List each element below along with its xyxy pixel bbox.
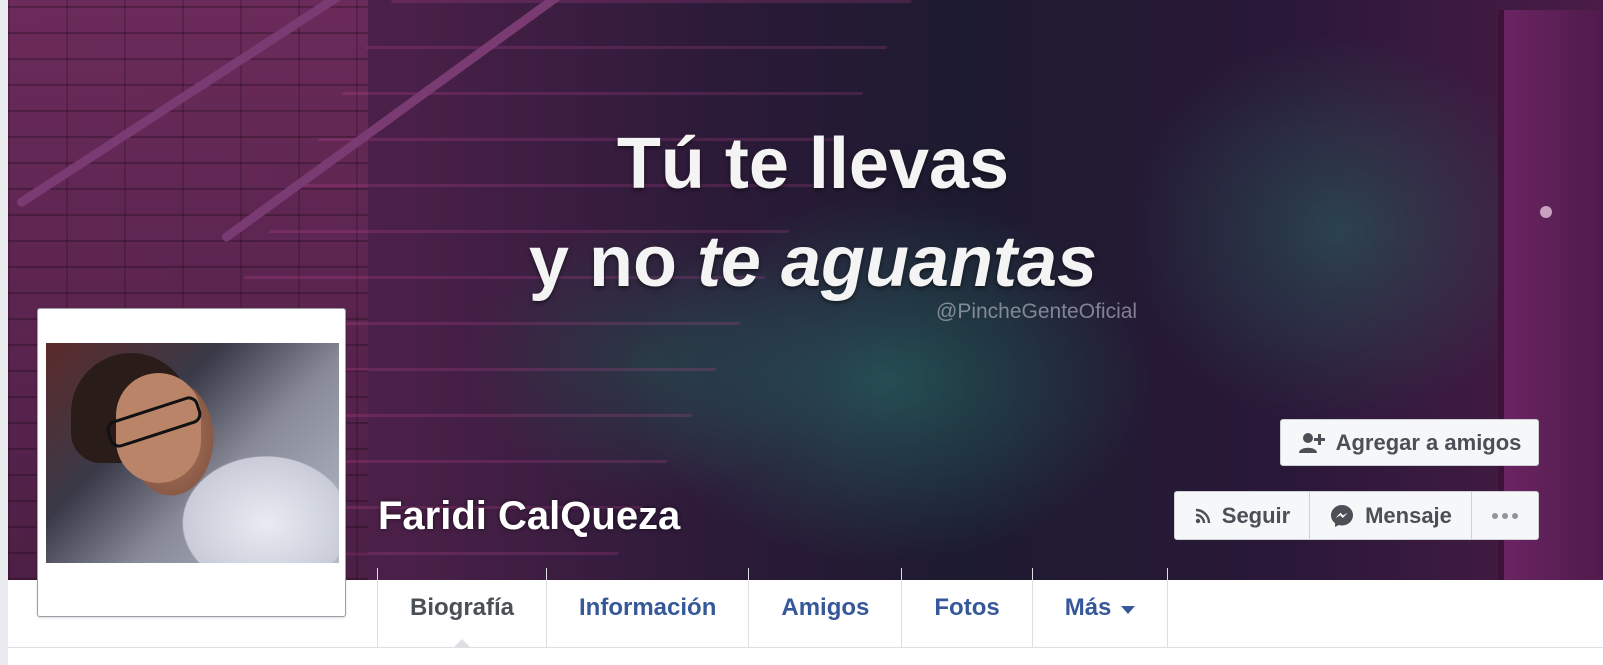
add-friend-label: Agregar a amigos — [1335, 429, 1522, 455]
person-plus-icon — [1298, 432, 1325, 453]
cover-quote: Tú te llevas y no te aguantas — [428, 115, 1198, 311]
follow-label: Seguir — [1221, 502, 1291, 528]
tab-label: Biografía — [410, 594, 515, 621]
message-button[interactable]: Mensaje — [1309, 491, 1472, 540]
cover-quote-line2: y no te aguantas — [428, 213, 1198, 311]
cover-watermark: @PincheGenteOficial — [936, 300, 1138, 323]
caret-down-icon — [1121, 606, 1136, 614]
profile-picture[interactable] — [46, 343, 339, 563]
more-options-button[interactable] — [1471, 491, 1539, 540]
add-friend-button[interactable]: Agregar a amigos — [1280, 419, 1539, 466]
divider — [8, 647, 1603, 648]
profile-tabs: Biografía Información Amigos Fotos Más — [377, 568, 1169, 648]
tab-biografia[interactable]: Biografía — [378, 568, 548, 648]
follow-button[interactable]: Seguir — [1174, 491, 1310, 540]
tab-label: Información — [579, 594, 717, 621]
cover-quote-line2-b: te aguantas — [696, 222, 1098, 302]
profile-name[interactable]: Faridi CalQueza — [378, 494, 680, 539]
tab-mas[interactable]: Más — [1033, 568, 1169, 648]
profile-picture-frame[interactable] — [37, 308, 346, 617]
messenger-icon — [1331, 504, 1354, 527]
rss-icon — [1195, 508, 1210, 523]
cover-quote-line1: Tú te llevas — [616, 124, 1010, 204]
message-label: Mensaje — [1365, 502, 1452, 528]
tab-label: Amigos — [781, 594, 870, 621]
tab-label: Más — [1064, 594, 1112, 621]
tab-amigos[interactable]: Amigos — [749, 568, 903, 648]
cover-quote-line2-a: y no — [528, 222, 697, 302]
tab-fotos[interactable]: Fotos — [902, 568, 1033, 648]
tab-label: Fotos — [934, 594, 1000, 621]
profile-action-buttons: Seguir Mensaje — [1174, 491, 1539, 540]
tab-informacion[interactable]: Información — [547, 568, 750, 648]
cover-door-knob — [1540, 206, 1552, 218]
ellipsis-icon — [1492, 512, 1518, 519]
